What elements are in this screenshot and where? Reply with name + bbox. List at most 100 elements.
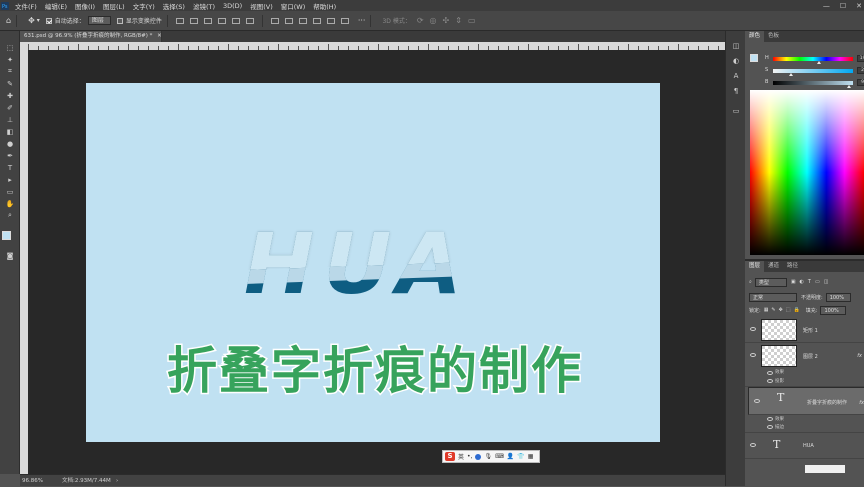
menu-3d[interactable]: 3D(D) — [219, 2, 246, 10]
distribute-bottom-icon[interactable] — [298, 17, 307, 24]
fill-input[interactable]: 100% — [820, 305, 846, 315]
saturation-slider[interactable]: S 21 — [765, 67, 864, 76]
type-tool-icon[interactable]: T — [5, 163, 15, 172]
document-canvas[interactable]: HUA HUA HUA 折叠字折痕的制作 — [86, 83, 660, 442]
healing-brush-tool-icon[interactable]: ✚ — [5, 91, 15, 100]
orbit-3d-icon[interactable]: ⟳ — [417, 16, 424, 25]
character-panel-icon[interactable]: A — [731, 71, 741, 80]
lock-artboard-icon[interactable]: ⬚ — [786, 307, 791, 313]
hand-tool-icon[interactable]: ✋ — [5, 199, 15, 208]
show-transform-checkbox[interactable] — [116, 17, 123, 24]
brush-tool-icon[interactable]: ✐ — [5, 103, 15, 112]
menu-select[interactable]: 选择(S) — [159, 1, 189, 11]
close-button[interactable]: ✕ — [856, 2, 862, 10]
brightness-value[interactable]: 95 — [857, 79, 864, 86]
more-options-icon[interactable]: ··· — [358, 16, 366, 25]
status-menu-arrow-icon[interactable]: › — [116, 475, 118, 487]
opacity-input[interactable]: 100% — [825, 292, 851, 302]
adjustments-icon[interactable]: ◐ — [731, 56, 741, 65]
layer-name[interactable]: 图层 2 — [803, 353, 818, 360]
layer-row-headline-text[interactable]: T HUA — [745, 433, 864, 459]
saturation-value[interactable]: 21 — [857, 67, 864, 74]
brightness-slider[interactable]: B 95 — [765, 79, 864, 88]
hue-track[interactable] — [773, 57, 853, 61]
effect-stroke[interactable]: 描边 — [775, 424, 784, 430]
grid-icon[interactable]: ▦ — [528, 453, 534, 460]
eraser-tool-icon[interactable]: ◧ — [5, 127, 15, 136]
vertical-ruler[interactable] — [20, 42, 28, 474]
menu-edit[interactable]: 编辑(E) — [41, 1, 71, 11]
zoom-level[interactable]: 96.86% — [22, 475, 43, 487]
layer-effects-icon[interactable]: fx — [859, 399, 864, 407]
menu-view[interactable]: 视图(V) — [246, 1, 277, 11]
lock-position-icon[interactable]: ✥ — [779, 307, 783, 313]
emoji-icon[interactable] — [475, 453, 482, 460]
paragraph-panel-icon[interactable]: ¶ — [731, 86, 741, 95]
distribute-center-icon[interactable] — [326, 17, 335, 24]
visibility-eye-icon[interactable] — [750, 443, 756, 447]
layer-filter-dropdown[interactable]: 类型 — [754, 277, 787, 287]
distribute-left-icon[interactable] — [312, 17, 321, 24]
distribute-right-icon[interactable] — [340, 17, 349, 24]
visibility-eye-icon[interactable] — [754, 399, 760, 403]
marquee-tool-icon[interactable]: ⬚ — [5, 43, 15, 52]
menu-image[interactable]: 图像(I) — [71, 1, 99, 11]
shirt-icon[interactable]: 👕 — [517, 453, 524, 460]
align-top-icon[interactable] — [217, 17, 226, 24]
distribute-middle-icon[interactable] — [284, 17, 293, 24]
tab-color[interactable]: 颜色 — [745, 31, 765, 42]
effect-visibility-eye-icon[interactable] — [767, 425, 773, 429]
layer-row-image[interactable]: 图层 2 fx 效果 投影 — [745, 343, 864, 387]
layer-row-rectangle[interactable]: 矩形 1 — [745, 317, 864, 343]
filter-shape-icon[interactable]: ▭ — [815, 279, 820, 285]
sogou-logo-icon[interactable]: S — [445, 452, 455, 461]
auto-select-dropdown[interactable]: 图层 — [87, 16, 111, 25]
filter-smart-icon[interactable]: ◫ — [824, 279, 829, 285]
align-bottom-icon[interactable] — [245, 17, 254, 24]
zoom-tool-icon[interactable]: ⌕ — [5, 211, 15, 220]
path-selection-tool-icon[interactable]: ▸ — [5, 175, 15, 184]
effects-visibility-eye-icon[interactable] — [767, 371, 773, 375]
lock-transparent-icon[interactable]: ▦ — [764, 307, 769, 313]
filter-type-icon[interactable]: T — [808, 279, 811, 285]
lock-image-icon[interactable]: ✎ — [771, 307, 775, 313]
color-spectrum-ramp[interactable] — [750, 90, 864, 255]
punctuation-icon[interactable]: •, — [467, 453, 472, 460]
tab-swatches[interactable]: 色板 — [764, 31, 783, 42]
properties-icon[interactable]: ▭ — [731, 106, 741, 115]
slide-3d-icon[interactable]: ⇕ — [455, 16, 462, 25]
eyedropper-tool-icon[interactable]: ✎ — [5, 79, 15, 88]
crop-tool-icon[interactable]: ⌗ — [5, 67, 15, 76]
tab-paths[interactable]: 路径 — [783, 261, 802, 272]
keyboard-icon[interactable]: ⌨ — [495, 453, 504, 460]
menu-type[interactable]: 文字(Y) — [129, 1, 159, 11]
visibility-eye-icon[interactable] — [750, 327, 756, 331]
effect-visibility-eye-icon[interactable] — [767, 379, 773, 383]
tab-close-icon[interactable]: ✕ — [157, 33, 161, 39]
align-right-icon[interactable] — [203, 17, 212, 24]
clone-stamp-tool-icon[interactable]: ⊥ — [5, 115, 15, 124]
layer-row-subtitle-text[interactable]: T 折叠字折痕的制作 fx — [748, 387, 864, 415]
align-center-icon[interactable] — [189, 17, 198, 24]
history-icon[interactable]: ◫ — [731, 41, 741, 50]
hue-value[interactable]: 198 — [857, 55, 864, 62]
layer-name[interactable]: 折叠字折痕的制作 — [807, 399, 847, 407]
saturation-track[interactable] — [773, 69, 853, 73]
hue-slider[interactable]: H 198 — [765, 55, 864, 64]
menu-layer[interactable]: 图层(L) — [99, 1, 129, 11]
menu-help[interactable]: 帮助(H) — [309, 1, 340, 11]
brightness-thumb[interactable] — [847, 85, 851, 88]
tab-layers[interactable]: 图层 — [745, 261, 765, 272]
effects-visibility-eye-icon[interactable] — [767, 417, 773, 421]
blend-mode-dropdown[interactable]: 正常 — [749, 292, 797, 302]
magic-wand-tool-icon[interactable]: ✦ — [5, 55, 15, 64]
user-icon[interactable]: 👤 — [507, 453, 514, 460]
menu-file[interactable]: 文件(F) — [11, 1, 41, 11]
microphone-icon[interactable]: 🎙 — [484, 453, 492, 460]
menu-window[interactable]: 窗口(W) — [277, 1, 310, 11]
tab-channels[interactable]: 通道 — [764, 261, 783, 272]
align-middle-icon[interactable] — [231, 17, 240, 24]
auto-select-checkbox[interactable] — [45, 17, 52, 24]
brightness-track[interactable] — [773, 81, 853, 85]
ime-toolbar[interactable]: S 英 •, 🎙 ⌨ 👤 👕 ▦ — [442, 450, 540, 463]
